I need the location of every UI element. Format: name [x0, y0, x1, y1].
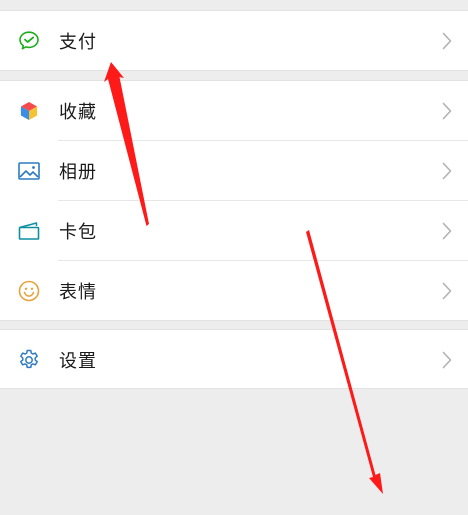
menu-item-label: 相册: [59, 162, 97, 183]
chevron-right-icon: [442, 162, 452, 180]
menu-item-pay[interactable]: 支付: [0, 11, 468, 71]
menu-item-label: 支付: [59, 32, 97, 53]
menu-item-album[interactable]: 相册: [0, 141, 468, 201]
menu-item-label: 表情: [59, 282, 97, 303]
menu-item-favorites[interactable]: 收藏: [0, 81, 468, 141]
menu-group-settings: 设置: [0, 329, 468, 389]
settings-gear-icon: [17, 348, 41, 372]
menu-item-settings[interactable]: 设置: [0, 330, 468, 390]
favorites-cube-icon: [17, 99, 41, 123]
menu-item-label: 设置: [59, 351, 97, 372]
card-wallet-icon: [17, 219, 41, 243]
chevron-right-icon: [442, 351, 452, 369]
menu-group-main: 收藏 相册 卡包 表情: [0, 80, 468, 321]
menu-group-payment: 支付: [0, 10, 468, 71]
wechat-pay-icon: [17, 29, 41, 53]
menu-item-label: 收藏: [59, 102, 97, 123]
chevron-right-icon: [442, 282, 452, 300]
smiley-face-icon: [17, 279, 41, 303]
photo-album-icon: [17, 159, 41, 183]
menu-item-stickers[interactable]: 表情: [0, 261, 468, 321]
menu-item-label: 卡包: [59, 222, 97, 243]
menu-item-card-wallet[interactable]: 卡包: [0, 201, 468, 261]
chevron-right-icon: [442, 222, 452, 240]
me-tab-screen: 支付 收藏 相册 卡包 表情 设置: [0, 0, 468, 515]
chevron-right-icon: [442, 102, 452, 120]
chevron-right-icon: [442, 32, 452, 50]
